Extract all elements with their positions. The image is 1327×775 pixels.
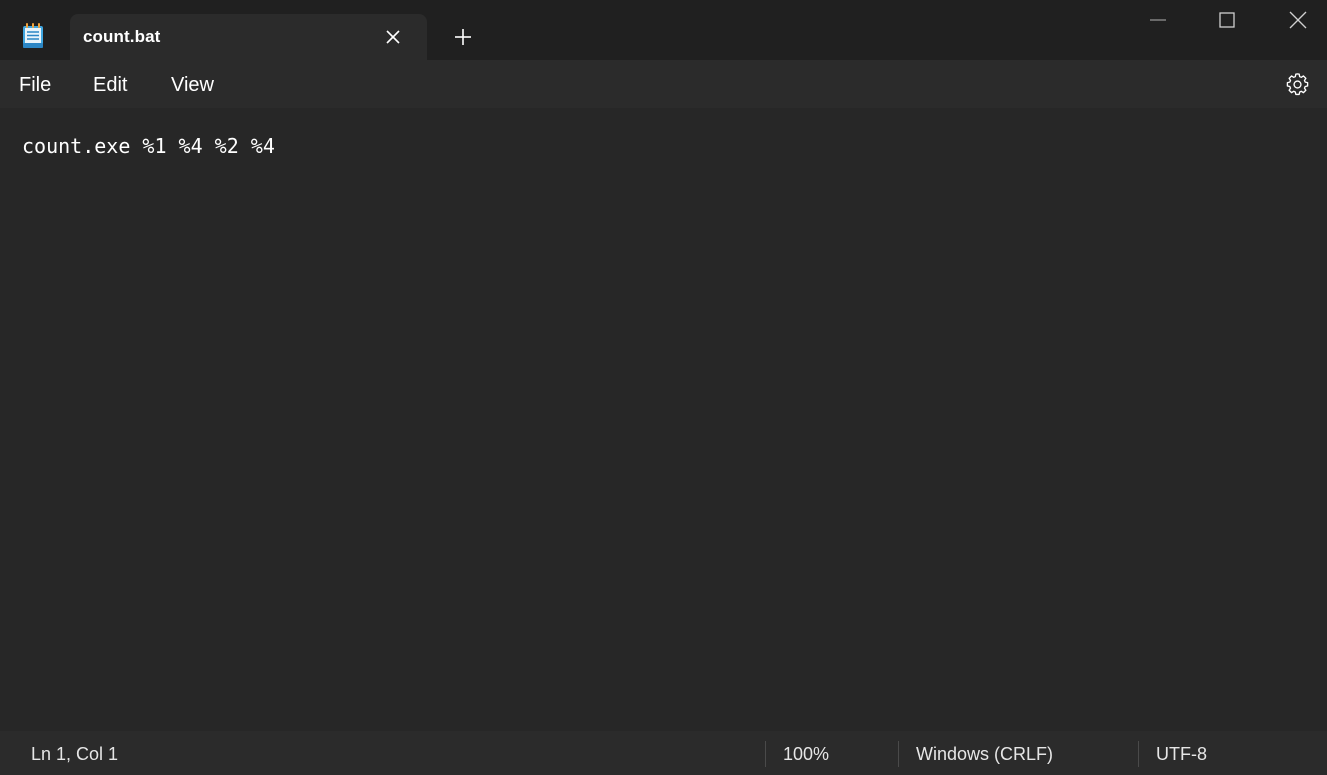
maximize-icon[interactable] (1215, 8, 1239, 32)
tab-close-icon[interactable] (383, 27, 403, 47)
window-close-icon[interactable] (1286, 8, 1310, 32)
notepad-window: count.bat File Edit View count.exe %1 %4… (0, 0, 1327, 775)
encoding[interactable]: UTF-8 (1156, 744, 1207, 765)
cursor-position: Ln 1, Col 1 (31, 744, 119, 764)
line-ending[interactable]: Windows (CRLF) (916, 744, 1053, 765)
editor-content[interactable]: count.exe %1 %4 %2 %4 (22, 134, 275, 158)
tab-title: count.bat (83, 27, 161, 46)
gear-icon[interactable] (1285, 72, 1310, 97)
status-bar: Ln 1, Col 1 100% Windows (CRLF) UTF-8 (0, 731, 1327, 775)
notepad-icon (22, 23, 44, 49)
minimize-icon[interactable] (1146, 8, 1170, 32)
menu-file[interactable]: File (19, 74, 51, 97)
menu-view[interactable]: View (171, 74, 214, 97)
status-divider (765, 741, 766, 767)
new-tab-plus-icon[interactable] (452, 26, 474, 48)
status-divider (1138, 741, 1139, 767)
title-bar: count.bat (0, 0, 1327, 60)
menu-bar: File Edit View (0, 60, 1327, 108)
text-editor[interactable]: count.exe %1 %4 %2 %4 (0, 108, 1327, 731)
zoom-level[interactable]: 100% (783, 744, 829, 765)
menu-edit[interactable]: Edit (93, 74, 127, 97)
status-divider (898, 741, 899, 767)
tab-count-bat[interactable]: count.bat (70, 14, 427, 60)
